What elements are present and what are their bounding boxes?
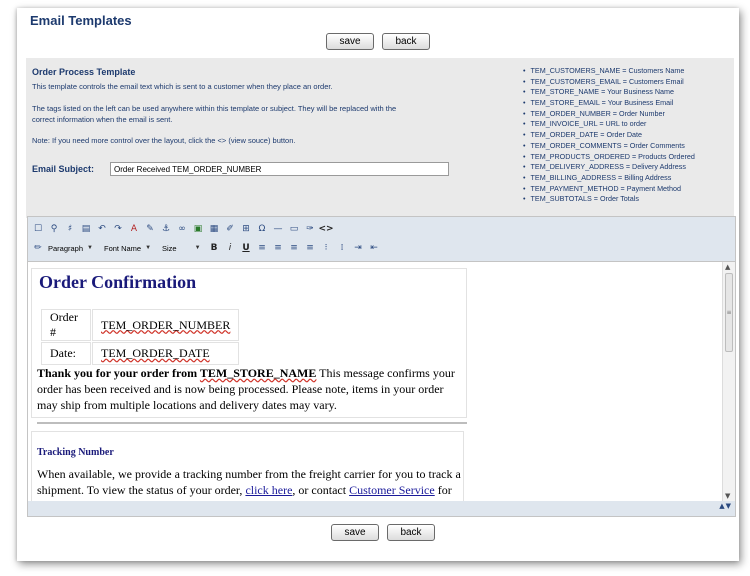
tag-item: TEM_CUSTOMERS_NAME = Customers Name: [523, 66, 695, 77]
paste-icon[interactable]: ▤: [80, 223, 92, 235]
tracking-mid-text: , or contact: [292, 483, 350, 497]
editor-toolbar-row-2: ✏ Paragraph ▼ Font Name ▼ Size ▼ B i U ≡ ≡ …: [28, 239, 735, 257]
layout-note: Note: If you need more control over the …: [32, 136, 296, 145]
font-select-value: Font Name: [104, 243, 142, 253]
tag-item: TEM_STORE_NAME = Your Business Name: [523, 87, 695, 98]
table-icon[interactable]: ▦: [208, 223, 220, 235]
format-select-value: Paragraph: [48, 243, 84, 253]
view-source-icon[interactable]: <>: [318, 223, 333, 235]
editor-toolbar-row-1: ☐ ⚲ ♯ ▤ ↶ ↷ A ✎ ⚓ ∞ ▣ ▦ ✐ ⊞ Ω — ▭ ✑ <>: [28, 220, 735, 238]
email-templates-panel: Email Templates save back Order Process …: [17, 8, 739, 561]
order-date-value: TEM_ORDER_DATE: [92, 342, 240, 365]
grid-icon[interactable]: ⊞: [240, 223, 252, 235]
styles-icon[interactable]: ✏: [32, 242, 44, 254]
order-number-tag: TEM_ORDER_NUMBER: [101, 317, 231, 332]
scroll-up-icon[interactable]: ▲: [725, 263, 730, 271]
back-button-top[interactable]: back: [382, 33, 430, 50]
document-title: Order Confirmation: [39, 272, 197, 292]
scroll-down-icon[interactable]: ▼: [725, 492, 730, 500]
click-here-link[interactable]: click here: [245, 483, 292, 497]
link-icon[interactable]: ∞: [176, 223, 188, 235]
rich-text-editor: ☐ ⚲ ♯ ▤ ↶ ↷ A ✎ ⚓ ∞ ▣ ▦ ✐ ⊞ Ω — ▭ ✑ <> ✏…: [27, 216, 736, 517]
editor-content-area[interactable]: Order Confirmation Order # TEM_ORDER_NUM…: [28, 261, 735, 501]
tracking-end-text: for: [434, 483, 452, 497]
thank-you-paragraph: Thank you for your order from TEM_STORE_…: [37, 365, 463, 413]
chevron-down-icon: ▼: [87, 245, 93, 251]
table-row: Order # TEM_ORDER_NUMBER: [41, 309, 240, 341]
order-number-value: TEM_ORDER_NUMBER: [92, 309, 240, 341]
tag-item: TEM_ORDER_DATE = Order Date: [523, 130, 695, 141]
customer-service-link[interactable]: Customer Service: [349, 483, 435, 497]
outdent-icon[interactable]: ⇤: [368, 242, 380, 254]
tag-item: TEM_ORDER_COMMENTS = Order Comments: [523, 141, 695, 152]
save-button-bottom[interactable]: save: [331, 524, 379, 541]
thanks-prefix: Thank you for your order from: [37, 366, 200, 380]
order-number-label: Order #: [41, 309, 91, 341]
tags-note-line-2: correct information when the email is se…: [32, 115, 173, 124]
italic-button[interactable]: i: [224, 242, 236, 254]
font-select[interactable]: Font Name ▼: [104, 242, 158, 254]
editor-status-bar: ▲▼: [28, 502, 735, 516]
tag-item: TEM_DELIVERY_ADDRESS = Delivery Address: [523, 162, 695, 173]
indent-icon[interactable]: ⇥: [352, 242, 364, 254]
save-button-top[interactable]: save: [326, 33, 374, 50]
clean-up-icon[interactable]: ✑: [304, 223, 316, 235]
format-select[interactable]: Paragraph ▼: [48, 242, 100, 254]
horizontal-rule-icon[interactable]: —: [272, 223, 284, 235]
new-document-icon[interactable]: ☐: [32, 223, 44, 235]
special-char-icon[interactable]: Ω: [256, 223, 268, 235]
redo-icon[interactable]: ↷: [112, 223, 124, 235]
find-icon[interactable]: ♯: [64, 223, 76, 235]
tag-item: TEM_PAYMENT_METHOD = Payment Method: [523, 184, 695, 195]
tag-item: TEM_CUSTOMERS_EMAIL = Customers Email: [523, 77, 695, 88]
edit-icon[interactable]: ✐: [224, 223, 236, 235]
page-title: Email Templates: [30, 13, 132, 28]
order-info-table: Order # TEM_ORDER_NUMBER Date: TEM_ORDER…: [40, 308, 240, 366]
highlight-icon[interactable]: ✎: [144, 223, 156, 235]
email-subject-label: Email Subject:: [32, 164, 95, 174]
tag-item: TEM_PRODUCTS_ORDERED = Products Ordered: [523, 152, 695, 163]
size-select[interactable]: Size ▼: [162, 242, 204, 254]
align-right-icon[interactable]: ≡: [288, 242, 300, 254]
tag-item: TEM_STORE_EMAIL = Your Business Email: [523, 98, 695, 109]
tag-item: TEM_ORDER_NUMBER = Order Number: [523, 109, 695, 120]
tag-item: TEM_INVOICE_URL = URL to order: [523, 119, 695, 130]
ordered-list-icon[interactable]: ⁝: [320, 242, 332, 254]
bold-button[interactable]: B: [208, 242, 220, 254]
table-row: Date: TEM_ORDER_DATE: [41, 342, 240, 365]
back-button-bottom[interactable]: back: [387, 524, 435, 541]
chevron-down-icon: ▼: [194, 245, 201, 251]
tag-list: TEM_CUSTOMERS_NAME = Customers Name TEM_…: [523, 66, 695, 205]
form-icon[interactable]: ▭: [288, 223, 300, 235]
tracking-paragraph: When available, we provide a tracking nu…: [37, 466, 463, 498]
align-justify-icon[interactable]: ≡: [304, 242, 316, 254]
undo-icon[interactable]: ↶: [96, 223, 108, 235]
tag-item: TEM_BILLING_ADDRESS = Billing Address: [523, 173, 695, 184]
size-select-value: Size: [162, 243, 177, 253]
tags-note-line-1: The tags listed on the left can be used …: [32, 104, 397, 113]
resize-arrows-icon[interactable]: ▲▼: [719, 502, 732, 510]
template-info-panel: Order Process Template This template con…: [26, 58, 734, 218]
email-subject-input[interactable]: [110, 162, 449, 176]
order-date-tag: TEM_ORDER_DATE: [101, 346, 210, 360]
tracking-title: Tracking Number: [37, 447, 114, 458]
align-center-icon[interactable]: ≡: [272, 242, 284, 254]
section-divider: [37, 422, 467, 424]
preview-icon[interactable]: ⚲: [48, 223, 60, 235]
scrollbar-thumb[interactable]: ≡: [725, 273, 733, 352]
template-description: This template controls the email text wh…: [32, 82, 333, 91]
tag-item: TEM_SUBTOTALS = Order Totals: [523, 194, 695, 205]
template-title: Order Process Template: [32, 67, 136, 77]
text-color-icon[interactable]: A: [128, 223, 140, 235]
chevron-down-icon: ▼: [145, 245, 152, 251]
order-date-label: Date:: [41, 342, 91, 365]
underline-button[interactable]: U: [240, 242, 252, 254]
store-name-tag: TEM_STORE_NAME: [199, 366, 317, 380]
image-icon[interactable]: ▣: [192, 223, 204, 235]
anchor-icon[interactable]: ⚓: [160, 223, 172, 235]
vertical-scrollbar[interactable]: ▲ ≡ ▼: [722, 262, 735, 501]
unordered-list-icon[interactable]: ⁞: [336, 242, 348, 254]
align-left-icon[interactable]: ≡: [256, 242, 268, 254]
